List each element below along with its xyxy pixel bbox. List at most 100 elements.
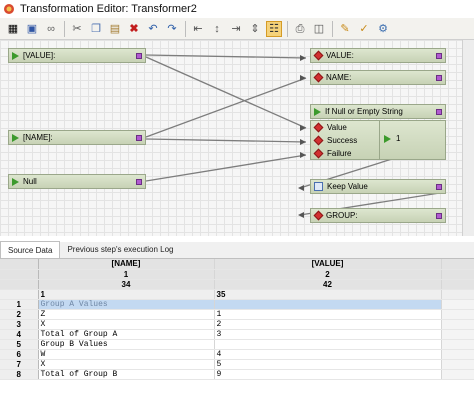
table-row[interactable]: 2 Z 1: [0, 309, 474, 320]
output-pin[interactable]: [436, 183, 442, 190]
cut-icon[interactable]: ✂: [69, 21, 85, 37]
data-table: [NAME] [VALUE] 1 2 34 42 1 3 5 1 Group A …: [0, 259, 474, 380]
function-node-body[interactable]: Value Success Failure 1: [310, 120, 446, 160]
port-label: Value: [327, 123, 347, 132]
target-icon: [313, 50, 324, 61]
output-node-group[interactable]: GROUP:: [310, 208, 446, 223]
input-node-name[interactable]: [NAME]:: [8, 130, 146, 145]
name-cell[interactable]: Group A Values: [38, 299, 215, 310]
port-label: Success: [327, 136, 358, 145]
link-icon[interactable]: ∞: [43, 21, 59, 37]
keep-value-icon: [314, 182, 323, 191]
table-row[interactable]: 7 X 5: [0, 359, 474, 370]
distribute-icon[interactable]: ⇕: [247, 21, 263, 37]
scroll-gutter: [441, 279, 474, 290]
column-header[interactable]: [NAME]: [38, 259, 215, 270]
column-header[interactable]: [VALUE]: [214, 259, 442, 270]
redo-icon[interactable]: ↷: [164, 21, 180, 37]
output-pin[interactable]: [436, 108, 442, 115]
scroll-gutter: [441, 319, 474, 330]
output-pin[interactable]: [436, 212, 442, 219]
value-cell[interactable]: 5: [214, 359, 442, 370]
corner-cell: [0, 279, 39, 290]
layout-tool-icon[interactable]: ☷: [266, 20, 282, 37]
tab-source-data[interactable]: Source Data: [0, 241, 61, 258]
function-port-value[interactable]: Value: [311, 121, 347, 134]
function-port-success[interactable]: Success: [311, 134, 357, 147]
scroll-gutter: [441, 349, 474, 360]
name-cell[interactable]: Total of Group B: [38, 369, 215, 380]
sub-header-cell: 1: [38, 289, 215, 300]
table-row[interactable]: 3 X 2: [0, 319, 474, 330]
output-node-label: VALUE:: [326, 51, 354, 60]
table-row[interactable]: 6 W 4: [0, 349, 474, 360]
value-cell[interactable]: [214, 299, 442, 310]
output-pin[interactable]: [436, 74, 442, 81]
settings-icon[interactable]: ✎: [337, 21, 353, 37]
value-cell[interactable]: 3: [214, 329, 442, 340]
align-center-icon[interactable]: ↕: [209, 21, 225, 37]
function-node-header[interactable]: If Null or Empty String: [310, 104, 446, 119]
save-icon[interactable]: ▣: [24, 21, 40, 37]
function-output[interactable]: 1: [381, 134, 400, 143]
name-cell[interactable]: X: [38, 319, 215, 330]
input-node-value[interactable]: [VALUE]:: [8, 48, 146, 63]
input-node-null[interactable]: Null: [8, 174, 146, 189]
name-cell[interactable]: X: [38, 359, 215, 370]
header-row: 34 42: [0, 279, 474, 290]
scroll-gutter: [441, 369, 474, 380]
column-width: 42: [214, 279, 442, 290]
output-node-name[interactable]: NAME:: [310, 70, 446, 85]
function-title: If Null or Empty String: [325, 107, 403, 116]
scroll-gutter: [441, 329, 474, 340]
export-icon[interactable]: ⚙: [375, 21, 391, 37]
name-cell[interactable]: W: [38, 349, 215, 360]
table-row[interactable]: 1 Group A Values: [0, 299, 474, 310]
paste-icon[interactable]: ▤: [107, 21, 123, 37]
scroll-gutter: [441, 339, 474, 350]
app-icon: [4, 4, 14, 14]
output-node-value[interactable]: VALUE:: [310, 48, 446, 63]
align-left-icon[interactable]: ⇤: [190, 21, 206, 37]
arrow-icon: [12, 177, 19, 186]
toolbar-separator: [185, 20, 186, 37]
title-bar: Transformation Editor: Transformer2: [0, 0, 474, 18]
preview-icon[interactable]: ◫: [311, 21, 327, 37]
output-pin[interactable]: [136, 52, 142, 59]
value-cell[interactable]: 4: [214, 349, 442, 360]
tab-execution-log[interactable]: Previous step's execution Log: [60, 241, 180, 258]
layout-icon[interactable]: ▦: [5, 21, 21, 37]
value-cell[interactable]: [214, 339, 442, 350]
print-icon[interactable]: ⎙: [292, 21, 308, 37]
function-port-failure[interactable]: Failure: [311, 147, 351, 160]
toolbar-separator: [332, 20, 333, 37]
output-pin[interactable]: [136, 134, 142, 141]
scroll-gutter: [441, 309, 474, 320]
copy-icon[interactable]: ❐: [88, 21, 104, 37]
delete-icon[interactable]: ✖: [126, 21, 142, 37]
function-divider: [379, 121, 380, 159]
target-icon: [313, 210, 324, 221]
undo-icon[interactable]: ↶: [145, 21, 161, 37]
output-node-label: GROUP:: [326, 211, 358, 220]
value-cell[interactable]: 1: [214, 309, 442, 320]
output-node-keep-value[interactable]: Keep Value: [310, 179, 446, 194]
name-cell[interactable]: Z: [38, 309, 215, 320]
port-icon: [313, 135, 324, 146]
table-row[interactable]: 8 Total of Group B 9: [0, 369, 474, 380]
table-row[interactable]: 5 Group B Values: [0, 339, 474, 350]
arrow-icon: [12, 133, 19, 142]
brush-icon[interactable]: ✓: [356, 21, 372, 37]
source-data-grid: [NAME] [VALUE] 1 2 34 42 1 3 5 1 Group A …: [0, 259, 474, 412]
value-cell[interactable]: 9: [214, 369, 442, 380]
output-pin[interactable]: [436, 52, 442, 59]
output-pin[interactable]: [136, 178, 142, 185]
name-cell[interactable]: Group B Values: [38, 339, 215, 350]
mapping-canvas[interactable]: [VALUE]: [NAME]: Null VALUE: NAME: If Nu…: [0, 40, 474, 236]
value-cell[interactable]: 2: [214, 319, 442, 330]
name-cell[interactable]: Total of Group A: [38, 329, 215, 340]
table-row[interactable]: 4 Total of Group A 3: [0, 329, 474, 340]
align-right-icon[interactable]: ⇥: [228, 21, 244, 37]
canvas-scrollbar[interactable]: [462, 40, 474, 236]
toolbar: ▦ ▣ ∞ ✂ ❐ ▤ ✖ ↶ ↷ ⇤ ↕ ⇥ ⇕ ☷ ⎙ ◫ ✎ ✓ ⚙: [0, 18, 474, 40]
